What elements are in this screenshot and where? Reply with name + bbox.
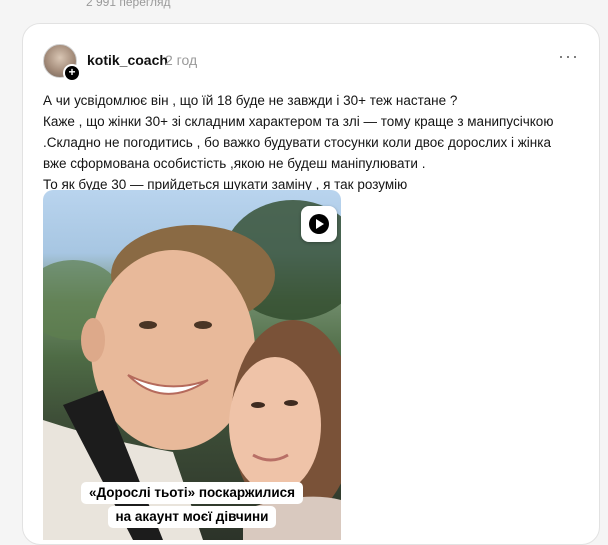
post-text-line: вже сформована особистість ,якою не буде… bbox=[43, 156, 426, 171]
post-username[interactable]: kotik_coach bbox=[87, 52, 168, 68]
more-options-icon[interactable]: ··· bbox=[558, 46, 579, 67]
post-text-line: А чи усвідомлює він , що їй 18 буде не з… bbox=[43, 93, 458, 108]
video-thumbnail[interactable]: «Дорослі тьоті» поскаржилися на акаунт м… bbox=[43, 190, 341, 540]
post-card: + kotik_coach 2 год ··· А чи усвідомлює … bbox=[22, 23, 600, 545]
post-text-line: Каже , що жінки 30+ зі складним характер… bbox=[43, 114, 554, 129]
follow-plus-icon[interactable]: + bbox=[63, 64, 81, 82]
play-button[interactable] bbox=[301, 206, 337, 242]
post-text: А чи усвідомлює він , що їй 18 буде не з… bbox=[43, 90, 583, 195]
video-caption-line: на акаунт моєї дівчини bbox=[107, 506, 277, 528]
video-caption-line: «Дорослі тьоті» поскаржилися bbox=[80, 482, 304, 504]
post-text-line: .Складно не погодитись , бо важко будува… bbox=[43, 135, 551, 150]
previous-post-views: 2 991 перегляд bbox=[86, 0, 171, 9]
post-timestamp[interactable]: 2 год bbox=[165, 52, 197, 68]
play-icon bbox=[309, 214, 329, 234]
video-caption: «Дорослі тьоті» поскаржилися на акаунт м… bbox=[43, 482, 341, 530]
